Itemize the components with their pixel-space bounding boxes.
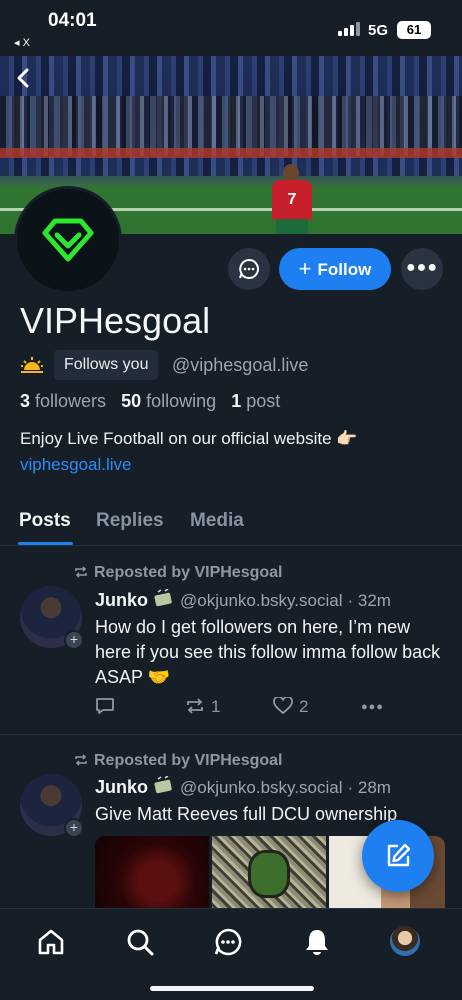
- profile-bio: Enjoy Live Football on our official webs…: [20, 429, 358, 448]
- profile-avatar-nav[interactable]: [390, 926, 420, 956]
- bio-link[interactable]: viphesgoal.live: [20, 455, 132, 475]
- profile-avatar[interactable]: [14, 186, 122, 294]
- banner-player: 7: [268, 164, 316, 234]
- chat-bubble-icon: [239, 258, 259, 279]
- follows-you-badge: Follows you: [54, 350, 159, 380]
- tab-replies[interactable]: Replies: [96, 510, 164, 532]
- sun-emoji-icon: [21, 357, 43, 373]
- repost-icon: [75, 566, 87, 578]
- signal-icon: [338, 22, 360, 36]
- post-actions: 1 2 ●●●: [95, 695, 395, 721]
- search-icon[interactable]: [125, 927, 155, 957]
- post-author: Junko @okjunko.bsky.social · 28m: [95, 776, 391, 797]
- back-arrow-icon[interactable]: [12, 66, 36, 90]
- posts-stat: 1 post: [231, 391, 281, 411]
- network-type: 5G: [368, 22, 389, 39]
- post-item[interactable]: Reposted by VIPHesgoal + Junko @okjunko.b…: [0, 547, 462, 735]
- post-author: Junko @okjunko.bsky.social · 32m: [95, 589, 391, 610]
- display-name: VIPHesgoal: [20, 300, 211, 341]
- compose-icon: [387, 843, 411, 867]
- message-button[interactable]: [228, 248, 270, 290]
- plus-icon: +: [298, 256, 312, 281]
- heart-icon: [273, 695, 293, 715]
- logo-icon: [42, 218, 94, 262]
- like-button[interactable]: 2: [273, 695, 308, 717]
- reply-button[interactable]: [95, 697, 121, 717]
- tab-posts[interactable]: Posts: [19, 510, 71, 532]
- repost-icon: [187, 698, 203, 714]
- status-bar: 04:01 ◂ X 5G 61: [0, 0, 462, 54]
- repost-button[interactable]: 1: [185, 697, 220, 717]
- bell-icon[interactable]: [302, 927, 332, 957]
- post-more-button[interactable]: ●●●: [361, 701, 384, 713]
- bottom-navigation: [0, 908, 462, 1000]
- add-icon[interactable]: +: [64, 630, 84, 650]
- compose-button[interactable]: [362, 820, 434, 892]
- battery-icon: 61: [397, 21, 431, 39]
- money-emoji-icon: [154, 776, 172, 794]
- repost-label: Reposted by VIPHesgoal: [74, 564, 283, 582]
- avatar[interactable]: +: [20, 774, 84, 838]
- tab-media[interactable]: Media: [190, 510, 244, 532]
- followers-stat[interactable]: 3 followers: [20, 391, 106, 411]
- profile-tabs: Posts Replies Media: [0, 500, 462, 546]
- repost-label: Reposted by VIPHesgoal: [74, 752, 283, 770]
- back-to-app-link[interactable]: ◂ X: [14, 36, 30, 49]
- post-text: How do I get followers on here, I’m new …: [95, 617, 441, 687]
- post-image[interactable]: [95, 836, 209, 912]
- more-options-button[interactable]: ●●●: [401, 248, 443, 290]
- reply-icon: [96, 698, 114, 714]
- follow-button[interactable]: + Follow: [279, 248, 391, 290]
- profile-stats: 3 followers 50 following 1 post: [20, 391, 280, 412]
- post-image[interactable]: [212, 836, 326, 912]
- home-icon[interactable]: [36, 927, 66, 957]
- add-icon[interactable]: +: [64, 818, 84, 838]
- repost-icon: [75, 754, 87, 766]
- following-stat[interactable]: 50 following: [121, 391, 216, 411]
- money-emoji-icon: [154, 589, 172, 607]
- active-tab-indicator: [18, 542, 73, 545]
- chat-icon[interactable]: [213, 927, 243, 957]
- status-time: 04:01: [48, 10, 97, 31]
- profile-handle: @viphesgoal.live: [172, 355, 309, 375]
- home-indicator: [150, 986, 314, 991]
- avatar[interactable]: +: [20, 586, 84, 650]
